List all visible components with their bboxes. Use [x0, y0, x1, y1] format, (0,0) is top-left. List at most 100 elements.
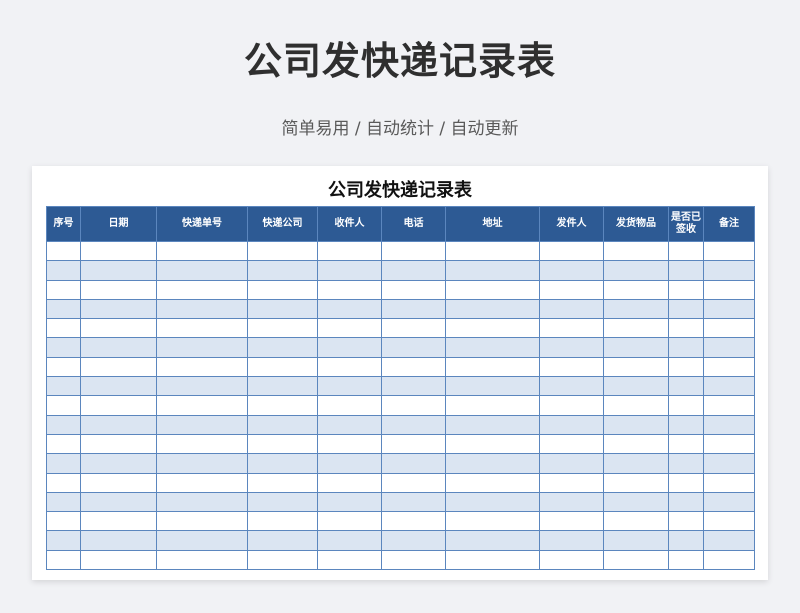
- table-cell[interactable]: [247, 414, 318, 435]
- table-cell[interactable]: [46, 472, 81, 493]
- table-cell[interactable]: [46, 376, 81, 397]
- table-cell[interactable]: [247, 337, 318, 358]
- table-cell[interactable]: [539, 472, 604, 493]
- table-cell[interactable]: [247, 376, 318, 397]
- table-cell[interactable]: [445, 530, 540, 551]
- column-header-courier-company[interactable]: 快递公司: [247, 206, 318, 242]
- table-cell[interactable]: [80, 356, 157, 378]
- table-cell[interactable]: [668, 298, 704, 320]
- table-cell[interactable]: [317, 376, 382, 397]
- table-cell[interactable]: [46, 433, 81, 455]
- column-header-recipient[interactable]: 收件人: [317, 206, 382, 242]
- table-cell[interactable]: [317, 472, 382, 493]
- table-cell[interactable]: [46, 414, 81, 435]
- table-cell[interactable]: [603, 298, 669, 320]
- table-cell[interactable]: [603, 318, 669, 339]
- table-cell[interactable]: [445, 491, 540, 513]
- table-cell[interactable]: [46, 298, 81, 320]
- table-cell[interactable]: [156, 433, 248, 455]
- table-cell[interactable]: [381, 453, 446, 474]
- table-cell[interactable]: [247, 549, 318, 571]
- table-cell[interactable]: [668, 356, 704, 378]
- table-cell[interactable]: [80, 337, 157, 358]
- table-cell[interactable]: [317, 511, 382, 532]
- table-cell[interactable]: [445, 376, 540, 397]
- table-cell[interactable]: [156, 298, 248, 320]
- table-cell[interactable]: [603, 433, 669, 455]
- table-cell[interactable]: [156, 395, 248, 416]
- table-cell[interactable]: [247, 395, 318, 416]
- table-cell[interactable]: [317, 414, 382, 435]
- table-cell[interactable]: [381, 530, 446, 551]
- table-cell[interactable]: [445, 279, 540, 300]
- table-cell[interactable]: [703, 260, 755, 281]
- table-cell[interactable]: [668, 240, 704, 262]
- table-cell[interactable]: [156, 337, 248, 358]
- table-cell[interactable]: [539, 491, 604, 513]
- table-cell[interactable]: [381, 395, 446, 416]
- table-cell[interactable]: [381, 318, 446, 339]
- table-cell[interactable]: [445, 318, 540, 339]
- table-cell[interactable]: [703, 279, 755, 300]
- column-header-notes[interactable]: 备注: [703, 206, 755, 242]
- table-cell[interactable]: [80, 453, 157, 474]
- table-cell[interactable]: [46, 395, 81, 416]
- table-cell[interactable]: [80, 433, 157, 455]
- table-cell[interactable]: [445, 453, 540, 474]
- table-cell[interactable]: [80, 298, 157, 320]
- table-cell[interactable]: [247, 472, 318, 493]
- table-cell[interactable]: [46, 337, 81, 358]
- table-cell[interactable]: [668, 318, 704, 339]
- table-cell[interactable]: [668, 433, 704, 455]
- table-cell[interactable]: [703, 472, 755, 493]
- table-cell[interactable]: [668, 337, 704, 358]
- table-cell[interactable]: [603, 395, 669, 416]
- table-cell[interactable]: [247, 511, 318, 532]
- table-cell[interactable]: [156, 356, 248, 378]
- table-cell[interactable]: [46, 453, 81, 474]
- table-cell[interactable]: [703, 240, 755, 262]
- table-cell[interactable]: [603, 491, 669, 513]
- table-cell[interactable]: [603, 511, 669, 532]
- table-cell[interactable]: [381, 376, 446, 397]
- table-cell[interactable]: [381, 549, 446, 571]
- table-cell[interactable]: [603, 530, 669, 551]
- table-cell[interactable]: [703, 395, 755, 416]
- table-cell[interactable]: [317, 491, 382, 513]
- table-cell[interactable]: [668, 453, 704, 474]
- table-cell[interactable]: [317, 433, 382, 455]
- table-cell[interactable]: [445, 395, 540, 416]
- table-cell[interactable]: [317, 298, 382, 320]
- table-cell[interactable]: [317, 337, 382, 358]
- table-cell[interactable]: [381, 433, 446, 455]
- table-cell[interactable]: [703, 433, 755, 455]
- table-cell[interactable]: [46, 549, 81, 571]
- table-cell[interactable]: [539, 549, 604, 571]
- table-cell[interactable]: [247, 453, 318, 474]
- table-cell[interactable]: [80, 549, 157, 571]
- table-cell[interactable]: [539, 511, 604, 532]
- table-cell[interactable]: [381, 491, 446, 513]
- table-cell[interactable]: [539, 414, 604, 435]
- table-cell[interactable]: [703, 356, 755, 378]
- column-header-sender[interactable]: 发件人: [539, 206, 604, 242]
- table-cell[interactable]: [703, 376, 755, 397]
- table-cell[interactable]: [80, 511, 157, 532]
- table-cell[interactable]: [539, 376, 604, 397]
- table-cell[interactable]: [247, 530, 318, 551]
- table-cell[interactable]: [381, 414, 446, 435]
- table-cell[interactable]: [381, 472, 446, 493]
- table-cell[interactable]: [317, 240, 382, 262]
- table-cell[interactable]: [539, 240, 604, 262]
- table-cell[interactable]: [247, 279, 318, 300]
- table-cell[interactable]: [381, 337, 446, 358]
- table-cell[interactable]: [603, 376, 669, 397]
- table-cell[interactable]: [445, 433, 540, 455]
- table-cell[interactable]: [247, 356, 318, 378]
- table-cell[interactable]: [703, 414, 755, 435]
- table-cell[interactable]: [668, 530, 704, 551]
- table-cell[interactable]: [317, 279, 382, 300]
- table-cell[interactable]: [603, 453, 669, 474]
- table-cell[interactable]: [539, 337, 604, 358]
- table-cell[interactable]: [156, 453, 248, 474]
